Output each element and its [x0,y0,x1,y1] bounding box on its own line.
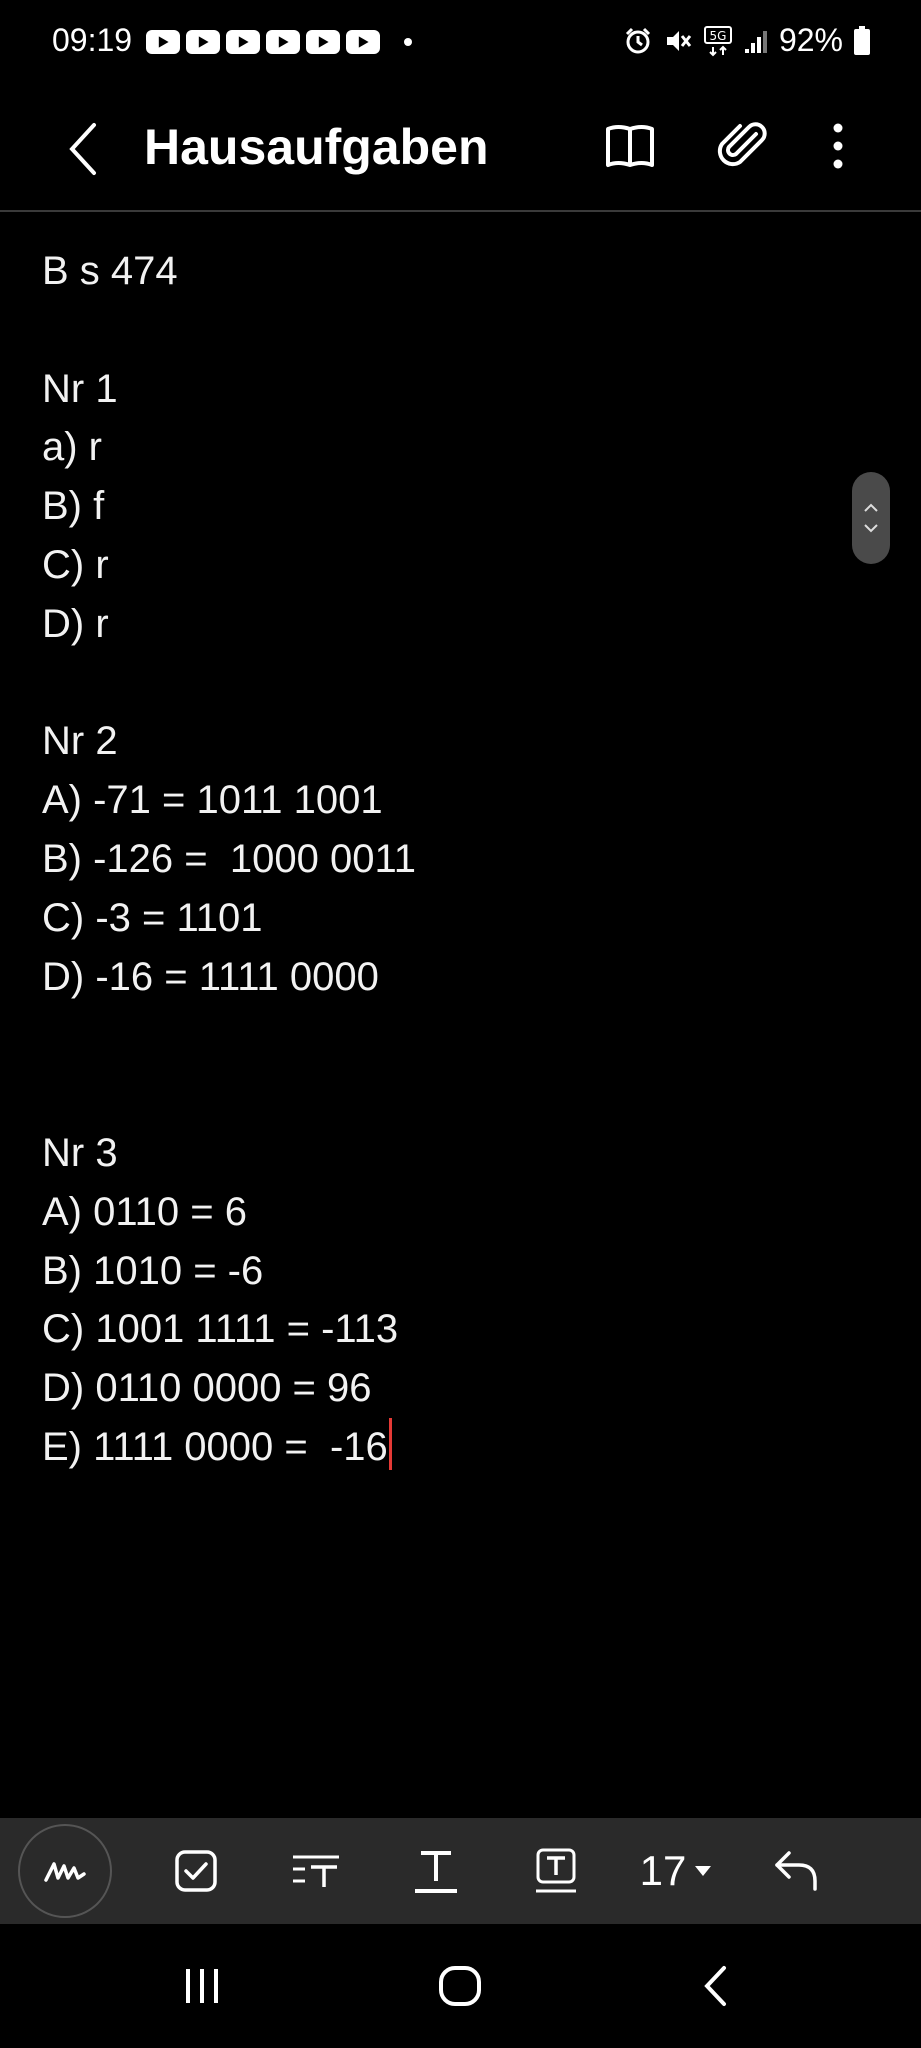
app-bar-divider [0,210,921,212]
note-line: C) r [42,542,109,587]
note-line [42,654,842,713]
formatting-toolbar: 17 [0,1818,921,1924]
signal-icon [744,30,767,53]
system-nav-bar [0,1924,921,2048]
note-line: Nr 3 [42,1130,118,1175]
note-editor[interactable]: B s 474 Nr 1 a) r B) f C) r D) r Nr 2 A)… [42,242,842,1477]
note-line: D) r [42,601,109,646]
note-line [42,301,842,360]
youtube-icon [306,30,340,54]
reading-mode-button[interactable] [598,114,662,178]
note-line: D) -16 = 1111 0000 [42,954,379,999]
note-line: Nr 2 [42,719,118,764]
battery-icon [854,25,870,55]
network-5g-icon: 5G [703,25,732,56]
note-line: C) 1001 1111 = -113 [42,1307,399,1352]
text-background-button[interactable] [524,1828,588,1914]
youtube-icon [146,30,180,54]
note-line [42,1065,842,1124]
recent-apps-icon [186,1969,218,2003]
text-underline-icon [415,1851,457,1893]
paperclip-icon [717,122,767,167]
pen-icon [44,1862,86,1882]
chevron-up-icon [864,503,878,512]
chevron-down-icon [864,524,878,533]
more-vertical-icon [833,123,843,169]
book-icon [606,125,654,167]
back-button[interactable] [56,116,112,182]
checkbox-button[interactable] [164,1828,228,1914]
text-box-icon [536,1848,576,1893]
note-line: C) -3 = 1101 [42,895,263,940]
undo-button[interactable] [764,1828,828,1914]
mute-icon [666,30,692,51]
home-icon [439,1966,481,2006]
note-line: B) -126 = 1000 0011 [42,836,416,881]
youtube-icon [186,30,220,54]
battery-percent: 92% [778,22,843,58]
app-bar: Hausaufgaben [0,96,921,206]
note-line: A) 0110 = 6 [42,1189,247,1234]
recent-apps-button[interactable] [142,1924,262,2048]
note-line: A) -71 = 1011 1001 [42,778,383,823]
font-size-value: 17 [640,1847,713,1895]
font-size-label: 17 [639,1847,687,1894]
note-line-last: E) 1111 0000 = -16 [42,1417,842,1477]
underline-button[interactable] [404,1828,468,1914]
font-size-button[interactable]: 17 [636,1828,716,1914]
note-line: D) 0110 0000 = 96 [42,1366,372,1411]
system-back-button[interactable] [656,1924,776,2048]
home-button[interactable] [400,1924,520,2048]
status-time: 09:19 [52,22,133,58]
text-style-button[interactable] [284,1828,348,1914]
attach-button[interactable] [710,114,774,178]
notification-icons [146,30,412,54]
alarm-icon [625,27,651,53]
page-title: Hausaufgaben [144,119,489,175]
note-line: B s 474 [42,249,178,293]
note-line: B) 1010 = -6 [42,1248,264,1293]
note-line: a) r [42,425,102,470]
note-line-text: E) 1111 0000 = -16 [42,1424,388,1469]
caret-down-icon [695,1866,712,1876]
chevron-left-icon [69,123,96,175]
checkbox-icon [175,1850,217,1892]
note-line: B) f [42,484,105,529]
handwriting-button[interactable] [18,1824,112,1918]
undo-icon [775,1851,817,1891]
text-cursor [388,1417,392,1470]
note-line: Nr 1 [42,366,118,411]
status-right: 5G 92% [623,22,871,59]
text-style-icon [293,1855,339,1887]
status-bar: 09:19 5G 92% [0,0,921,86]
youtube-icon [226,30,260,54]
more-options-button[interactable] [806,114,870,178]
svg-text:5G: 5G [709,29,726,43]
youtube-icon [266,30,300,54]
chevron-left-icon [704,1966,726,2006]
note-line [42,1006,842,1065]
youtube-icon [346,30,380,54]
scroll-handle[interactable] [852,472,890,564]
more-notifications-dot [404,38,412,46]
